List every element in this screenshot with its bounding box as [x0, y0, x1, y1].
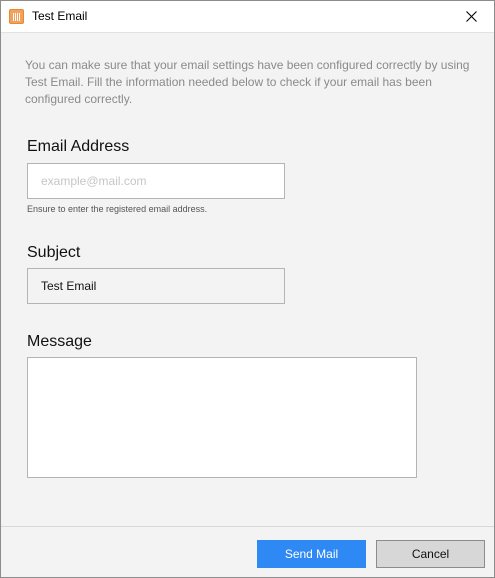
window-title: Test Email	[32, 9, 88, 23]
subject-label: Subject	[27, 244, 81, 261]
message-label: Message	[27, 333, 92, 350]
email-address-label: Email Address	[27, 138, 130, 155]
subject-field[interactable]	[27, 268, 285, 304]
cancel-button[interactable]: Cancel	[376, 540, 485, 568]
dialog-footer: Send Mail Cancel	[1, 526, 494, 577]
dialog-body: You can make sure that your email settin…	[1, 32, 494, 526]
message-field[interactable]	[27, 357, 417, 478]
email-hint-text: Ensure to enter the registered email add…	[27, 204, 208, 214]
close-button[interactable]	[448, 1, 494, 32]
email-address-field[interactable]	[27, 163, 285, 199]
send-mail-button[interactable]: Send Mail	[257, 540, 366, 568]
app-icon	[9, 9, 24, 24]
title-bar: Test Email	[1, 1, 494, 32]
test-email-dialog: Test Email You can make sure that your e…	[0, 0, 495, 578]
close-icon	[465, 11, 477, 22]
intro-text: You can make sure that your email settin…	[25, 58, 470, 106]
